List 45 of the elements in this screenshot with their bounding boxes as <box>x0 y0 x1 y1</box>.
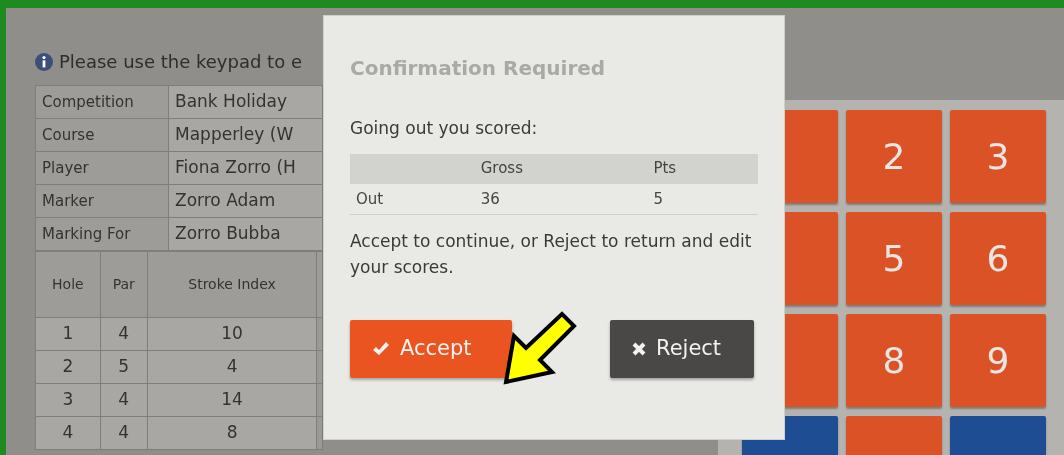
field-value: Bank Holiday <box>168 85 323 119</box>
field-value: Zorro Adam <box>168 184 323 218</box>
table-cell: 4 <box>100 416 148 450</box>
check-icon <box>372 341 390 357</box>
info-message: Please use the keypad to e <box>59 50 302 74</box>
table-cell: Out <box>350 183 475 215</box>
keypad-key[interactable]: 8 <box>846 314 942 407</box>
reject-button[interactable]: Reject <box>610 320 754 378</box>
table-cell: 4 <box>35 416 101 450</box>
accept-button[interactable]: Accept <box>350 320 512 378</box>
field-label: Competition <box>35 85 169 119</box>
field-label: Player <box>35 151 169 185</box>
table-cell: 4 <box>100 317 148 351</box>
close-icon <box>632 342 646 356</box>
field-label: Marker <box>35 184 169 218</box>
column-header: Pts <box>647 153 758 184</box>
column-header: Gross <box>474 153 648 184</box>
dialog-intro: Going out you scored: <box>350 117 539 140</box>
field-label: Marking For <box>35 217 169 251</box>
table-cell: 14 <box>147 383 317 417</box>
table-cell: 10 <box>147 317 317 351</box>
column-header: Hole <box>35 251 101 318</box>
dialog-message: Accept to continue, or Reject to return and edit your scores. <box>350 230 753 279</box>
field-value: Zorro Bubba <box>168 217 323 251</box>
field-value: Mapperley (W <box>168 118 323 152</box>
keypad-key[interactable]: 5 <box>846 212 942 305</box>
table-cell: 3 <box>35 383 101 417</box>
dialog-title: Confirmation Required <box>350 56 607 80</box>
keypad-key[interactable]: 3 <box>950 110 1046 203</box>
table-cell: 8 <box>147 416 317 450</box>
keypad-key[interactable]: 9 <box>950 314 1046 407</box>
table-cell: 4 <box>100 383 148 417</box>
field-value: Fiona Zorro (H <box>168 151 323 185</box>
column-header: Stroke Index <box>147 251 317 318</box>
column-header: Par <box>100 251 148 318</box>
table-cell: 36 <box>474 183 648 215</box>
table-cell: 1 <box>35 317 101 351</box>
info-icon <box>35 52 53 71</box>
table-cell: 5 <box>647 183 758 215</box>
keypad-key[interactable]: 2 <box>846 110 942 203</box>
keypad-key[interactable]: 6 <box>950 212 1046 305</box>
field-label: Course <box>35 118 169 152</box>
table-cell: 2 <box>35 350 101 384</box>
table-cell: 5 <box>100 350 148 384</box>
table-cell: 4 <box>147 350 317 384</box>
